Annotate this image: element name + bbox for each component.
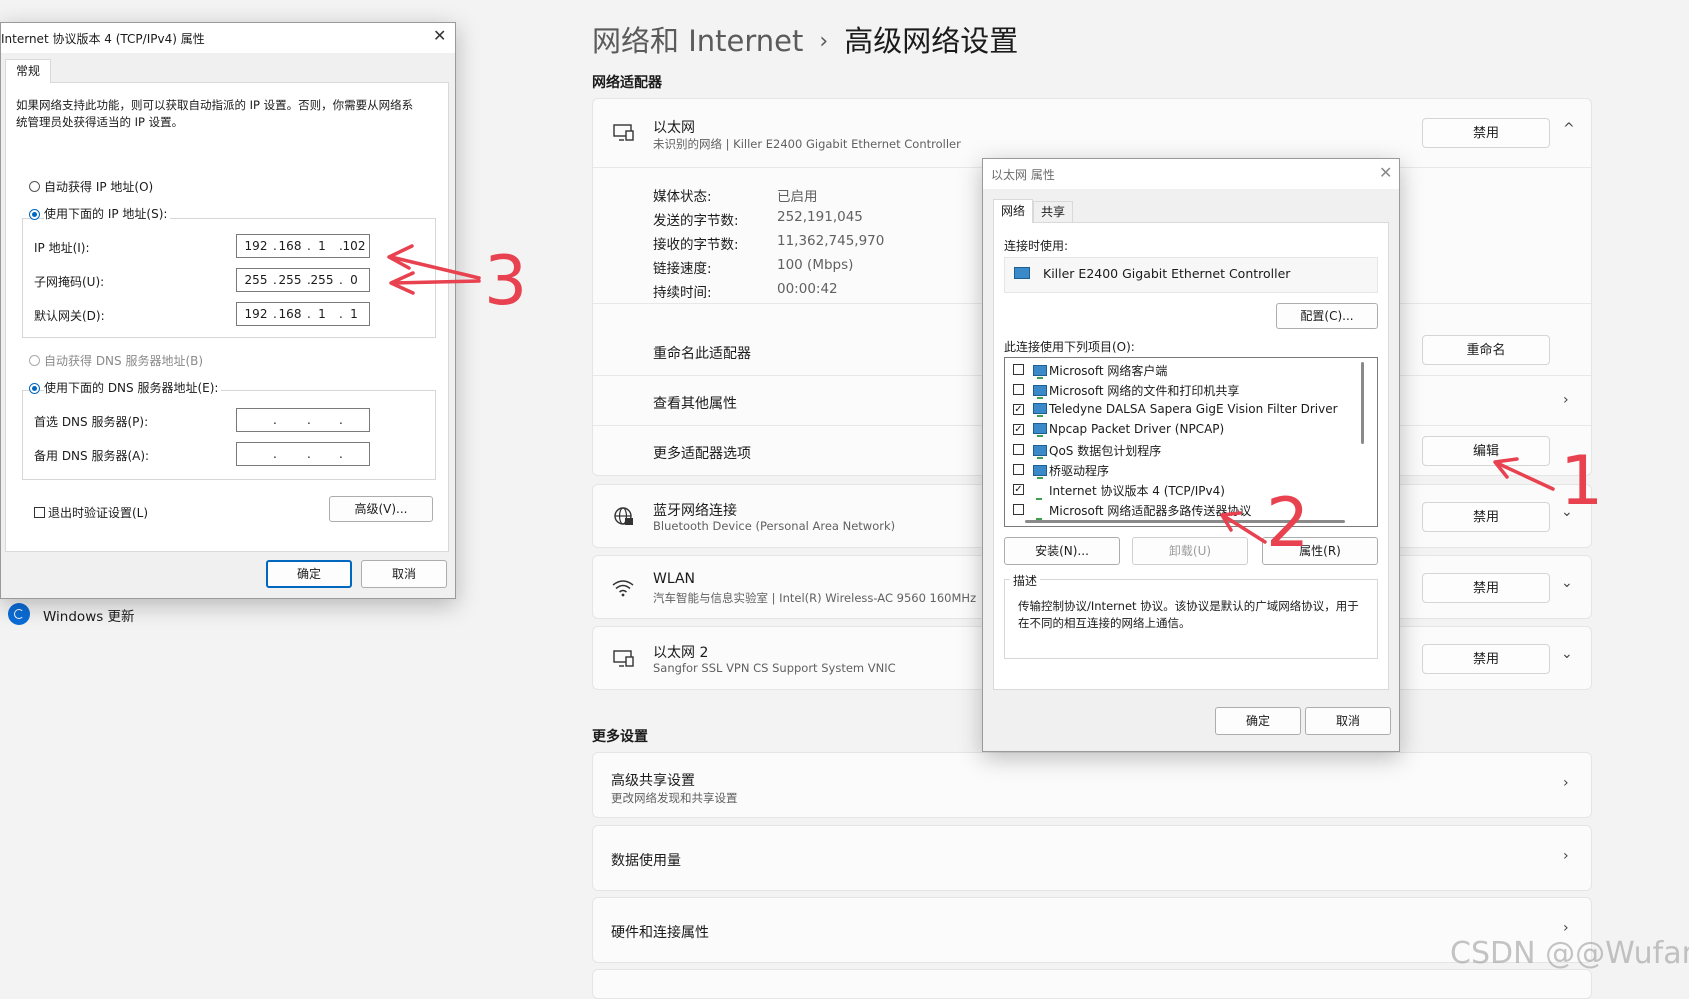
watermark: CSDN @@Wufan xyxy=(1450,936,1689,971)
arrow-3a xyxy=(389,255,481,280)
arrow-3b xyxy=(391,279,481,285)
annotation-number-2: 2 xyxy=(1266,484,1310,563)
annotation-number-1: 1 xyxy=(1560,442,1604,521)
tab-general[interactable]: 常规 xyxy=(5,59,51,83)
annotation-arrows xyxy=(387,244,1555,544)
tab-network[interactable]: 网络 xyxy=(993,199,1033,223)
annotation-number-3: 3 xyxy=(484,242,528,321)
